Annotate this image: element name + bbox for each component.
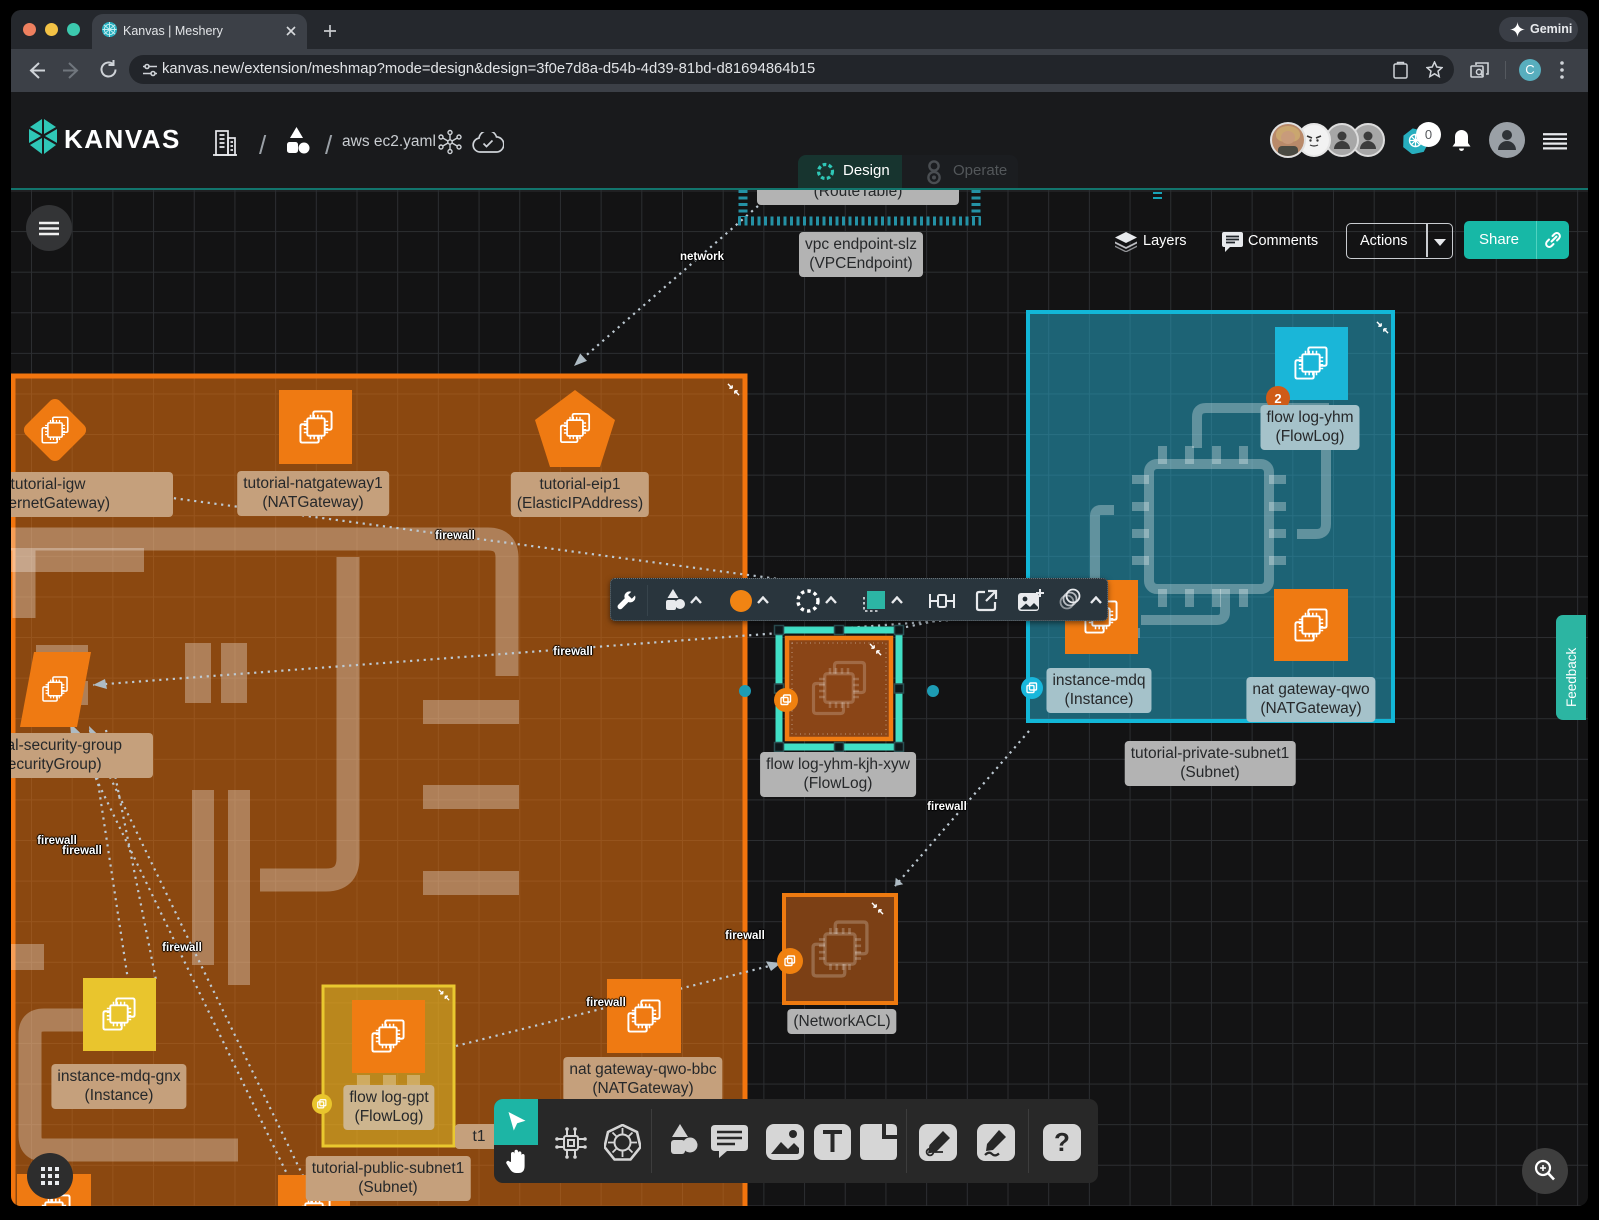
svg-text:2: 2 — [1274, 391, 1281, 406]
svg-text:?: ? — [1054, 1127, 1070, 1157]
